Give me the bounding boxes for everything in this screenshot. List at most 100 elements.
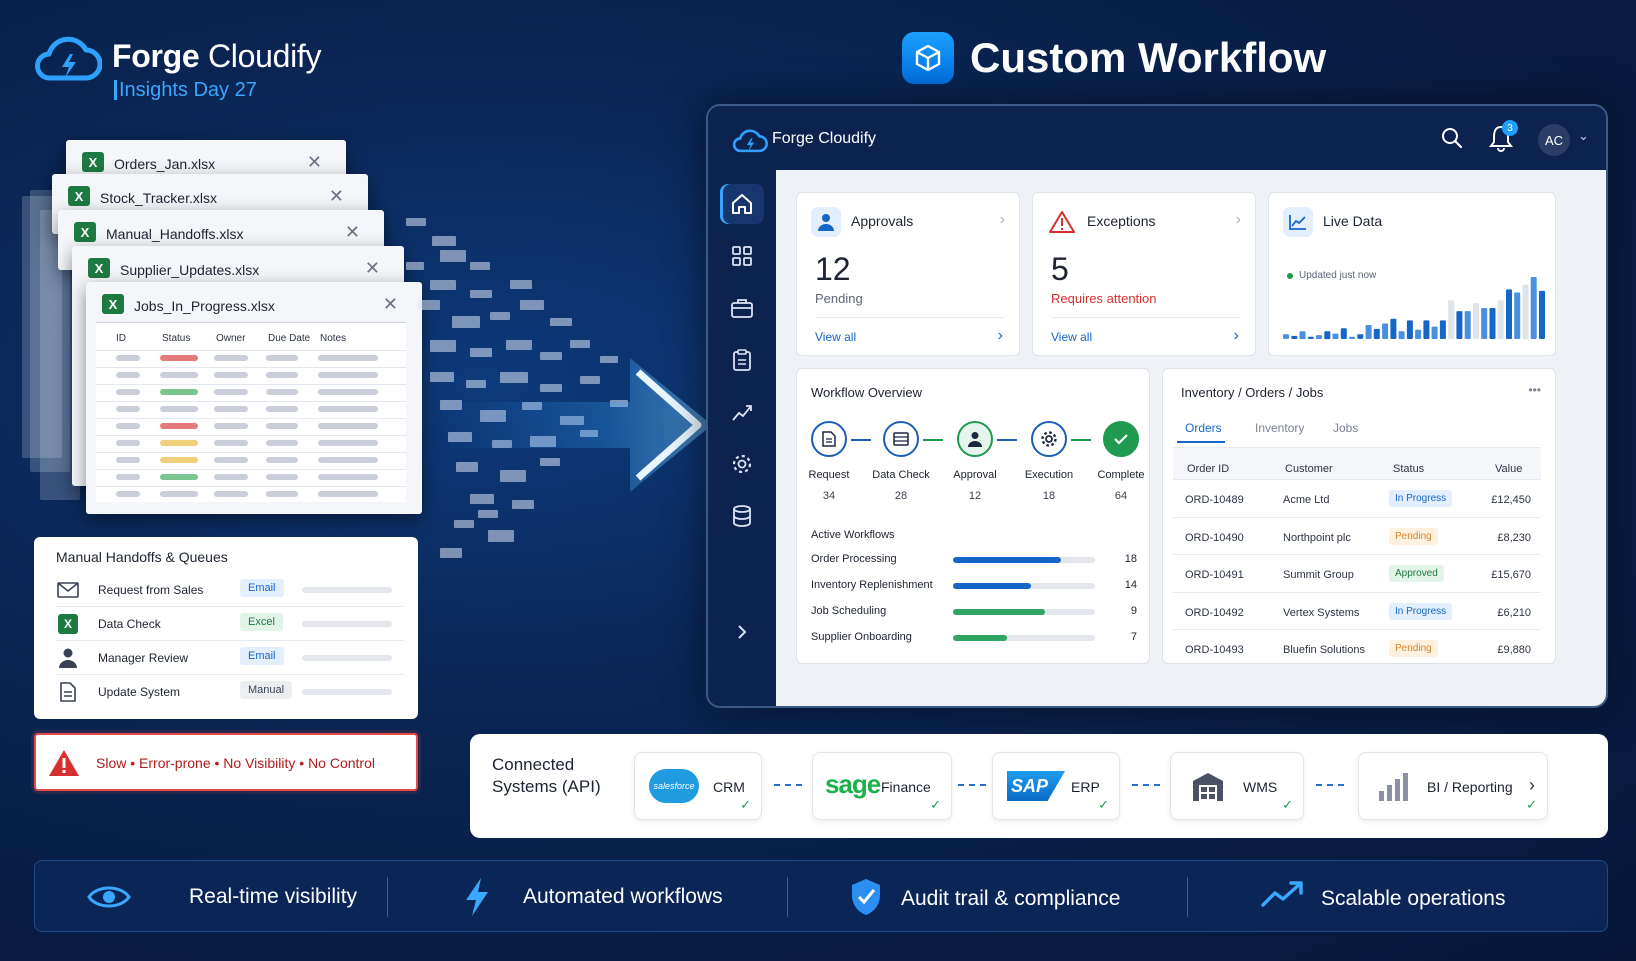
close-icon[interactable]: ✕ bbox=[307, 152, 322, 173]
connector-line bbox=[774, 784, 802, 786]
tab-orders[interactable]: Orders bbox=[1185, 421, 1222, 435]
active-workflow-row[interactable]: Job Scheduling 9 bbox=[811, 605, 1137, 621]
briefcase-icon[interactable] bbox=[720, 288, 764, 328]
approvals-card[interactable]: Approvals › 12 Pending View all › bbox=[796, 192, 1020, 356]
handoff-row[interactable]: Update System Manual bbox=[56, 675, 404, 709]
user-check-icon bbox=[811, 207, 841, 237]
expand-chevron-icon[interactable] bbox=[720, 612, 764, 652]
chevron-right-icon[interactable]: › bbox=[1236, 211, 1241, 229]
table-row[interactable]: ORD-10490 Northpoint plc Pending £8,230 bbox=[1173, 516, 1541, 555]
live-bar bbox=[1539, 290, 1545, 339]
cell-placeholder bbox=[266, 406, 298, 412]
active-workflows-title: Active Workflows bbox=[811, 529, 895, 541]
view-all-link[interactable]: View all bbox=[1051, 330, 1092, 344]
cell-placeholder bbox=[266, 372, 298, 378]
search-icon[interactable] bbox=[1440, 126, 1464, 150]
step-count: 18 bbox=[1042, 490, 1056, 502]
active-workflow-row[interactable]: Inventory Replenishment 14 bbox=[811, 579, 1137, 595]
close-icon[interactable]: ✕ bbox=[329, 186, 344, 207]
live-bar bbox=[1373, 328, 1380, 339]
step-label: Approval bbox=[953, 469, 997, 481]
divider bbox=[1051, 317, 1241, 318]
step-count: 64 bbox=[1114, 490, 1128, 502]
handoff-label: Data Check bbox=[98, 617, 161, 631]
handoff-label: Request from Sales bbox=[98, 583, 204, 597]
table-row[interactable]: ORD-10492 Vertex Systems In Progress £6,210 bbox=[1173, 591, 1541, 630]
progress-track bbox=[953, 635, 1095, 641]
step-label: Data Check bbox=[872, 469, 930, 481]
cell-placeholder bbox=[318, 389, 378, 395]
step-label: Request bbox=[808, 469, 850, 481]
spreadsheet-window[interactable]: X Jobs_In_Progress.xlsx ✕ ID Status Owne… bbox=[86, 282, 422, 514]
progress-fill bbox=[953, 635, 1007, 641]
analytics-icon[interactable] bbox=[720, 392, 764, 432]
active-workflow-row[interactable]: Supplier Onboarding 7 bbox=[811, 631, 1137, 647]
cell-placeholder bbox=[318, 457, 378, 463]
settings-icon[interactable] bbox=[720, 444, 764, 484]
handoff-row[interactable]: X Data Check Excel bbox=[56, 607, 404, 641]
panel-title: Manual Handoffs & Queues bbox=[56, 549, 228, 565]
data-tile bbox=[406, 218, 426, 226]
grid-row-line bbox=[96, 384, 406, 385]
workflow-step[interactable]: Data Check 28 bbox=[865, 421, 937, 502]
check-icon: ✓ bbox=[1526, 797, 1537, 812]
grid-row-line bbox=[96, 452, 406, 453]
placeholder-bar bbox=[302, 689, 392, 695]
active-workflow-row[interactable]: Order Processing 18 bbox=[811, 553, 1137, 569]
data-tile bbox=[406, 262, 424, 270]
workflow-step[interactable]: Request 34 bbox=[793, 421, 865, 502]
tab-inventory[interactable]: Inventory bbox=[1255, 421, 1304, 435]
excel-icon: X bbox=[88, 258, 110, 278]
chevron-down-icon[interactable]: ⌄ bbox=[1578, 128, 1589, 144]
exceptions-card[interactable]: Exceptions › 5 Requires attention View a… bbox=[1032, 192, 1256, 356]
chevron-right-icon[interactable]: › bbox=[1000, 211, 1005, 229]
cell-placeholder bbox=[116, 389, 140, 395]
workflow-step[interactable]: Approval 12 bbox=[939, 421, 1011, 502]
handoff-row[interactable]: Request from Sales Email bbox=[56, 573, 404, 607]
close-icon[interactable]: ✕ bbox=[345, 222, 360, 243]
workflow-step[interactable]: Complete 64 bbox=[1085, 421, 1157, 502]
separator bbox=[787, 877, 788, 917]
close-icon[interactable]: ✕ bbox=[383, 294, 398, 315]
more-options-icon[interactable]: ••• bbox=[1528, 383, 1541, 397]
order-value: £8,230 bbox=[1497, 531, 1531, 544]
home-icon[interactable] bbox=[720, 184, 764, 224]
data-tile bbox=[490, 312, 510, 320]
cell-placeholder bbox=[214, 355, 248, 361]
warning-icon bbox=[49, 750, 79, 776]
system-erp[interactable]: SAP ERP ✓ bbox=[992, 752, 1120, 820]
brand-name: Forge Cloudify bbox=[112, 38, 322, 74]
tab-jobs[interactable]: Jobs bbox=[1333, 421, 1358, 435]
person-icon bbox=[56, 647, 80, 669]
workflow-step[interactable]: Execution 18 bbox=[1013, 421, 1085, 502]
column-header: Notes bbox=[320, 333, 347, 344]
lightning-icon bbox=[466, 878, 488, 916]
close-icon[interactable]: ✕ bbox=[365, 258, 380, 279]
avatar[interactable]: AC bbox=[1538, 124, 1570, 156]
table-row[interactable]: ORD-10493 Bluefin Solutions Pending £9,880 bbox=[1173, 629, 1541, 667]
clipboard-icon[interactable] bbox=[720, 340, 764, 380]
chevron-right-icon[interactable]: › bbox=[1234, 327, 1239, 345]
view-all-link[interactable]: View all bbox=[815, 330, 856, 344]
system-finance[interactable]: sage Finance ✓ bbox=[812, 752, 952, 820]
system-wms[interactable]: WMS ✓ bbox=[1170, 752, 1304, 820]
table-row[interactable]: ORD-10491 Summit Group Approved £15,670 bbox=[1173, 554, 1541, 592]
database-icon[interactable] bbox=[720, 496, 764, 536]
workflow-label: Supplier Onboarding bbox=[811, 631, 912, 643]
table-row[interactable]: ORD-10489 Acme Ltd In Progress £12,450 bbox=[1173, 479, 1541, 517]
card-title: Live Data bbox=[1323, 213, 1383, 229]
system-crm[interactable]: salesforce CRM ✓ bbox=[634, 752, 762, 820]
spreadsheet-title: Manual_Handoffs.xlsx bbox=[106, 226, 244, 242]
placeholder-bar bbox=[302, 655, 392, 661]
live-data-card[interactable]: Live Data Updated just now bbox=[1268, 192, 1556, 356]
chevron-right-icon[interactable]: › bbox=[1529, 775, 1535, 796]
connector-line bbox=[1132, 784, 1160, 786]
spreadsheet-grid: ID Status Owner Due Date Notes bbox=[96, 322, 406, 502]
handoff-tag: Manual bbox=[240, 681, 293, 699]
system-bi-reporting[interactable]: BI / Reporting › ✓ bbox=[1358, 752, 1548, 820]
chevron-right-icon[interactable]: › bbox=[998, 327, 1003, 345]
handoff-row[interactable]: Manager Review Email bbox=[56, 641, 404, 675]
cell-placeholder bbox=[116, 372, 140, 378]
trending-up-icon bbox=[1261, 881, 1303, 907]
grid-icon[interactable] bbox=[720, 236, 764, 276]
